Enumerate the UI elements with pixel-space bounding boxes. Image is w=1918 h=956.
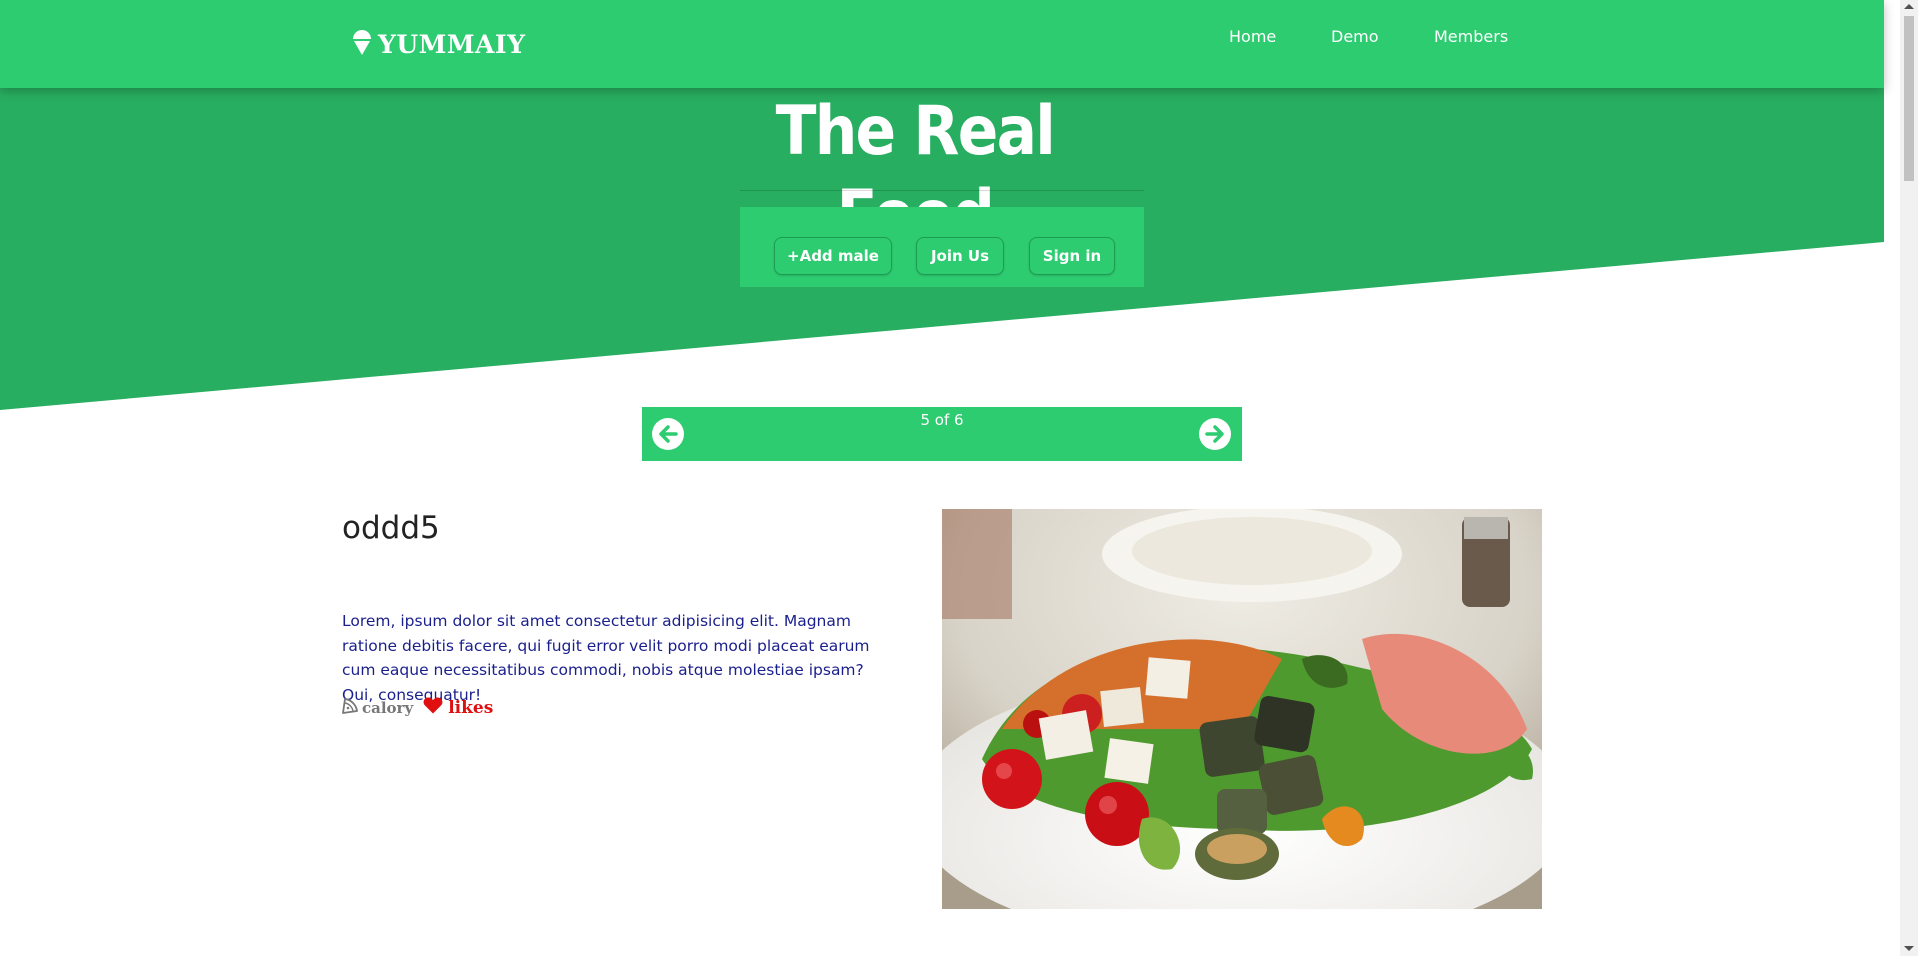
heart-icon[interactable]	[423, 697, 443, 718]
hero-actions: +Add male Join Us Sign in	[740, 207, 1144, 287]
hero-divider	[740, 190, 1144, 191]
food-image	[942, 509, 1542, 909]
brand-name: YUMMAIY	[378, 29, 526, 59]
nav-members-link[interactable]: Members	[1434, 27, 1508, 46]
scroll-down-icon[interactable]	[1904, 946, 1914, 951]
arrow-right-circle-icon[interactable]	[1199, 418, 1231, 450]
recipe-meta: calory likes	[342, 697, 493, 718]
scrollbar-thumb[interactable]	[1904, 16, 1914, 181]
calory-label: calory	[362, 698, 414, 717]
recipe-description: Lorem, ipsum dolor sit amet consectetur …	[342, 612, 870, 704]
scroll-up-icon[interactable]	[1904, 4, 1914, 9]
recipe-title: oddd5	[342, 510, 440, 546]
join-us-button[interactable]: Join Us	[916, 237, 1004, 275]
scrollbar[interactable]	[1900, 0, 1918, 956]
navbar: YUMMAIY Home Demo Members	[0, 0, 1884, 88]
pager: 5 of 6	[642, 407, 1242, 461]
likes-label[interactable]: likes	[448, 698, 493, 718]
pizza-slice-icon	[342, 697, 358, 718]
brand[interactable]: YUMMAIY	[352, 28, 525, 60]
add-meal-button[interactable]: +Add male	[774, 237, 892, 275]
sign-in-button[interactable]: Sign in	[1029, 237, 1115, 275]
ice-cream-icon	[352, 28, 372, 60]
pager-count: 5 of 6	[920, 411, 964, 429]
nav-home-link[interactable]: Home	[1229, 27, 1276, 46]
nav-demo-link[interactable]: Demo	[1331, 27, 1379, 46]
